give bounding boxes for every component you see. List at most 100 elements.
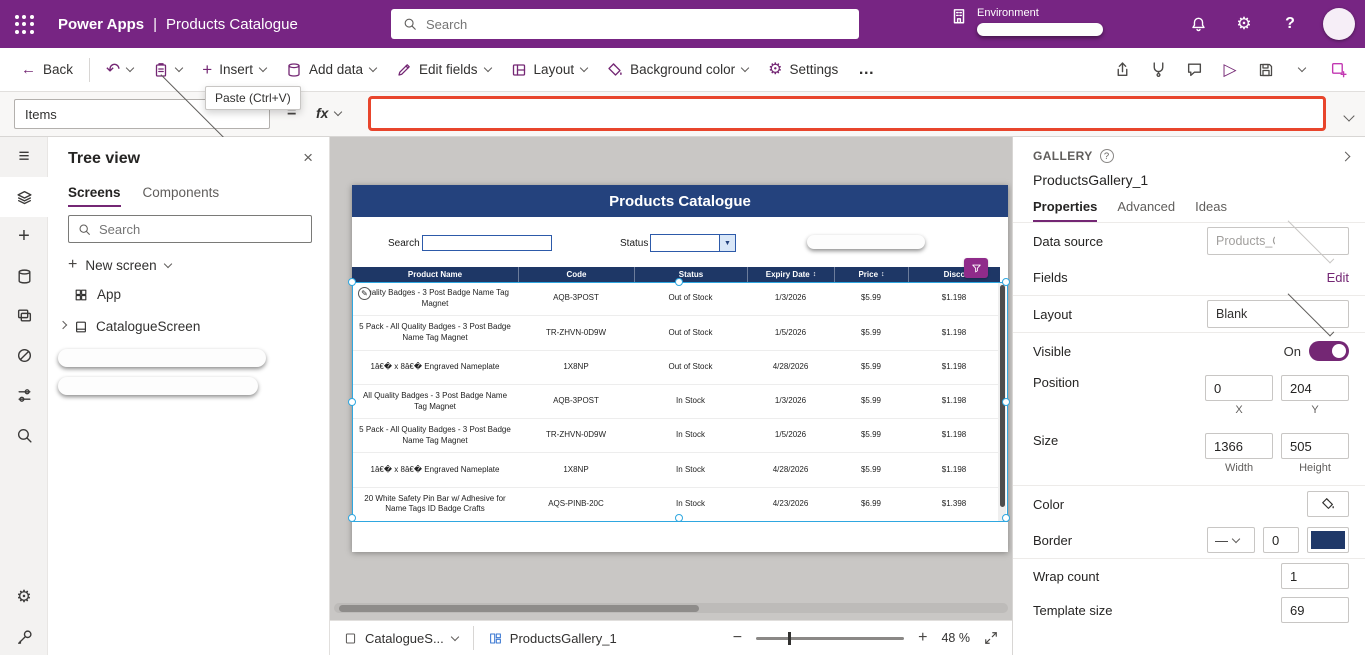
table-row[interactable]: 5 Pack - All Quality Badges - 3 Post Bad…: [352, 316, 1000, 351]
border-width-input[interactable]: [1263, 527, 1299, 553]
zoom-in-button[interactable]: +: [918, 629, 927, 647]
app-search-input[interactable]: [422, 235, 552, 251]
environment-picker[interactable]: Environment: [950, 7, 1103, 36]
scrollbar-thumb[interactable]: [339, 604, 699, 612]
rail-data-button[interactable]: [0, 256, 48, 296]
border-style-dropdown[interactable]: —: [1207, 527, 1255, 553]
save-button[interactable]: [1251, 55, 1281, 85]
table-row[interactable]: 20 White Safety Pin Bar w/ Adhesive for …: [352, 487, 1000, 522]
rail-settings-button[interactable]: ⚙: [0, 577, 48, 617]
settings-button[interactable]: ⚙: [1227, 7, 1261, 41]
app-preview[interactable]: Products Catalogue Search Status ▼ Produ…: [352, 185, 1008, 552]
wrap-count-input[interactable]: [1281, 563, 1349, 589]
app-checker-button[interactable]: [1143, 55, 1173, 85]
sidebar-item-cataloguescreen[interactable]: CatalogueScreen: [58, 319, 200, 334]
background-color-button[interactable]: Background color: [598, 55, 757, 85]
redacted-tree-item[interactable]: [58, 377, 258, 395]
canvas-area[interactable]: Products Catalogue Search Status ▼ Produ…: [330, 137, 1012, 620]
tab-screens[interactable]: Screens: [68, 185, 121, 207]
selected-control-chip[interactable]: ProductsGallery_1: [489, 631, 617, 646]
edit-fields-button[interactable]: Edit fields: [387, 55, 500, 85]
redacted-tree-item[interactable]: [58, 349, 266, 367]
back-button[interactable]: ← Back: [12, 55, 82, 84]
screen-selector[interactable]: CatalogueS...: [344, 631, 460, 646]
account-avatar[interactable]: [1323, 8, 1355, 40]
border-color-swatch[interactable]: [1307, 527, 1349, 553]
comments-button[interactable]: [1179, 55, 1209, 85]
save-options-button[interactable]: [1287, 55, 1317, 85]
template-size-input[interactable]: [1281, 597, 1349, 623]
tab-components[interactable]: Components: [143, 185, 220, 207]
edit-item-icon[interactable]: ✎: [358, 287, 371, 300]
add-data-button[interactable]: Add data: [277, 55, 385, 85]
zoom-out-button[interactable]: −: [733, 629, 742, 647]
rail-search-button[interactable]: [0, 415, 48, 455]
size-height-input[interactable]: [1281, 433, 1349, 459]
table-row[interactable]: 5 Pack - All Quality Badges - 3 Post Bad…: [352, 419, 1000, 454]
formula-input[interactable]: Switch( varSortColumn: [368, 96, 1326, 131]
help-icon[interactable]: ?: [1099, 149, 1114, 163]
app-launcher-icon[interactable]: [0, 0, 48, 48]
rail-media-button[interactable]: [0, 295, 48, 335]
visible-toggle[interactable]: [1309, 341, 1349, 361]
undo-button[interactable]: ↶: [97, 54, 142, 85]
help-button[interactable]: ?: [1273, 7, 1307, 41]
global-search[interactable]: [391, 9, 859, 39]
notifications-button[interactable]: [1181, 7, 1215, 41]
layout-button[interactable]: Layout: [502, 55, 597, 85]
tab-ideas[interactable]: Ideas: [1195, 199, 1227, 222]
table-row[interactable]: 1â€� x 8â€� Engraved Nameplate 1X8NP Out o…: [352, 350, 1000, 385]
tab-properties[interactable]: Properties: [1033, 199, 1098, 222]
new-screen-button[interactable]: + New screen: [68, 256, 172, 274]
size-width-input[interactable]: [1205, 433, 1273, 459]
share-button[interactable]: [1107, 55, 1137, 85]
rail-power-automate-button[interactable]: [0, 335, 48, 375]
table-row[interactable]: All Quality Badges - 3 Post Badge Name T…: [352, 384, 1000, 420]
close-icon[interactable]: ×: [303, 148, 313, 168]
rail-tools-button[interactable]: [0, 617, 48, 655]
sidebar-item-app[interactable]: App: [74, 287, 121, 302]
expand-formula-button[interactable]: [1343, 107, 1355, 125]
collapse-rail-button[interactable]: ≡: [0, 137, 48, 177]
app-settings-button[interactable]: ⚙ Settings: [759, 55, 847, 85]
fx-selector[interactable]: fx: [316, 105, 343, 121]
filter-button[interactable]: [964, 258, 988, 278]
position-y-input[interactable]: [1281, 375, 1349, 401]
collapse-panel-button[interactable]: [1340, 149, 1351, 163]
column-header[interactable]: Status: [634, 267, 747, 282]
column-header[interactable]: Code: [518, 267, 634, 282]
tab-advanced[interactable]: Advanced: [1117, 199, 1175, 222]
rail-tree-view-button[interactable]: [0, 177, 48, 217]
data-source-dropdown[interactable]: Products_Catalogue: [1207, 216, 1349, 263]
color-picker-button[interactable]: [1307, 491, 1349, 517]
tree-search[interactable]: [68, 215, 312, 243]
tree-search-input[interactable]: [99, 221, 302, 237]
position-x-input[interactable]: [1205, 375, 1273, 401]
global-search-input[interactable]: [426, 16, 847, 32]
column-header[interactable]: Price ↕: [834, 267, 908, 282]
table-row[interactable]: Quality Badges - 3 Post Badge Name Tag M…: [352, 282, 1000, 317]
insert-button[interactable]: + Insert: [193, 54, 275, 85]
fullscreen-button[interactable]: [984, 631, 998, 645]
gallery-scrollbar[interactable]: [998, 282, 1006, 522]
column-header[interactable]: Expiry Date ↕: [747, 267, 834, 282]
app-status-dropdown[interactable]: ▼: [650, 234, 736, 252]
rail-variables-button[interactable]: [0, 375, 48, 415]
zoom-slider-thumb[interactable]: [788, 631, 792, 645]
edit-fields-link[interactable]: Edit: [1327, 270, 1349, 285]
overflow-button[interactable]: …: [849, 54, 883, 86]
table-row[interactable]: 1â€� x 8â€� Engraved Nameplate 1X8NP In St…: [352, 453, 1000, 488]
preview-button[interactable]: ▷: [1215, 55, 1245, 85]
canvas-horizontal-scrollbar[interactable]: [334, 603, 1008, 613]
app-search-label: Search: [388, 238, 420, 249]
environment-icon: [953, 9, 965, 24]
redacted-control[interactable]: [807, 235, 925, 249]
zoom-slider[interactable]: [756, 631, 905, 645]
scrollbar-thumb[interactable]: [999, 285, 1005, 507]
new-app-button[interactable]: [1323, 55, 1353, 85]
rail-insert-button[interactable]: +: [0, 216, 48, 256]
column-header[interactable]: Product Name: [352, 267, 518, 282]
tree-view-tabs: Screens Components: [68, 185, 219, 207]
layout-dropdown[interactable]: Blank: [1207, 289, 1349, 336]
gallery-rows[interactable]: Quality Badges - 3 Post Badge Name Tag M…: [352, 282, 1000, 522]
